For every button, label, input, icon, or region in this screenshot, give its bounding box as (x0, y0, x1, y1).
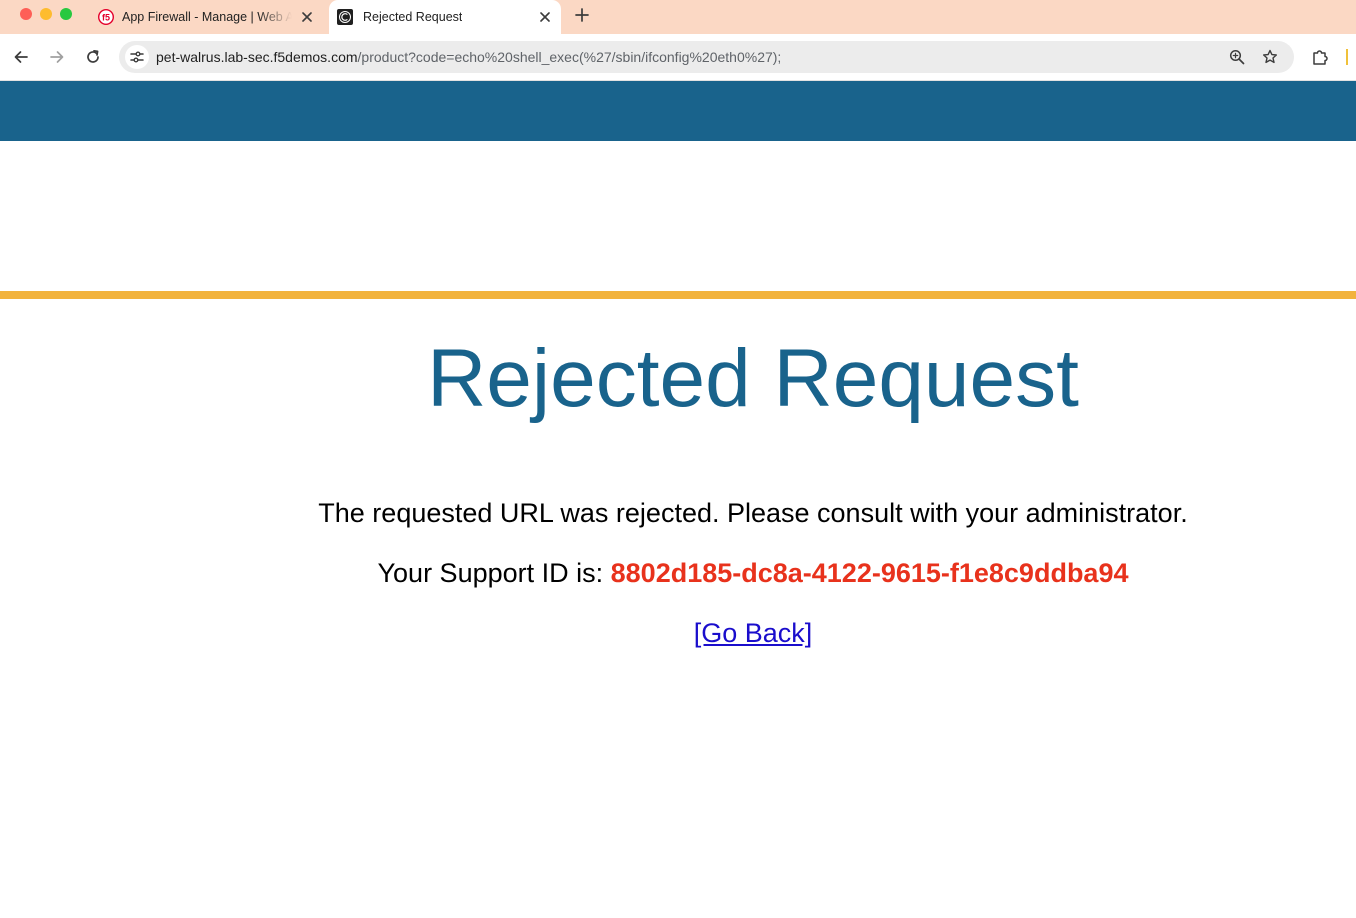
svg-text:f5: f5 (102, 13, 110, 23)
tab-rejected-request[interactable]: Rejected Request (329, 0, 561, 34)
tab-app-firewall[interactable]: f5 App Firewall - Manage | Web App (88, 0, 328, 34)
browser-toolbar: pet-walrus.lab-sec.f5demos.com/product?c… (0, 34, 1356, 81)
reload-icon[interactable] (81, 45, 105, 69)
rejection-message: The requested URL was rejected. Please c… (318, 498, 1188, 528)
url-host: pet-walrus.lab-sec.f5demos.com (156, 49, 358, 65)
address-bar[interactable]: pet-walrus.lab-sec.f5demos.com/product?c… (119, 41, 1294, 73)
tab-strip: f5 App Firewall - Manage | Web App Rejec… (0, 0, 1356, 34)
accent-divider (0, 291, 1356, 299)
star-icon[interactable] (1260, 47, 1280, 67)
close-tab-icon[interactable] (297, 7, 317, 27)
minimize-window-button[interactable] (40, 8, 52, 20)
url-text[interactable]: pet-walrus.lab-sec.f5demos.com/product?c… (156, 49, 781, 65)
rejection-content: Rejected Request The requested URL was r… (150, 299, 1356, 649)
arrow-right-icon[interactable] (45, 45, 69, 69)
tab-title: App Firewall - Manage | Web App (122, 10, 292, 24)
support-line: Your Support ID is: 8802d185-dc8a-4122-9… (150, 557, 1356, 589)
url-path: /product?code=echo%20shell_exec(%27/sbin… (357, 49, 782, 65)
support-label: Your Support ID is: (377, 558, 611, 588)
close-window-button[interactable] (20, 8, 32, 20)
go-back-line: [Go Back] (150, 617, 1356, 649)
page-title: Rejected Request (427, 333, 1079, 424)
maximize-window-button[interactable] (60, 8, 72, 20)
go-back-link[interactable]: [Go Back] (694, 618, 813, 648)
plus-icon[interactable] (571, 4, 593, 26)
puzzle-icon[interactable] (1309, 46, 1331, 68)
tab-title: Rejected Request (363, 10, 463, 24)
tune-icon[interactable] (125, 45, 149, 69)
f5-logo-icon: f5 (97, 8, 115, 26)
toolbar-divider (1346, 49, 1348, 65)
zoom-icon[interactable] (1227, 47, 1247, 67)
page-header-band (0, 81, 1356, 141)
arrow-left-icon[interactable] (9, 45, 33, 69)
close-tab-icon[interactable] (535, 7, 555, 27)
site-c-icon (337, 9, 353, 25)
support-id: 8802d185-dc8a-4122-9615-f1e8c9ddba94 (610, 558, 1129, 588)
